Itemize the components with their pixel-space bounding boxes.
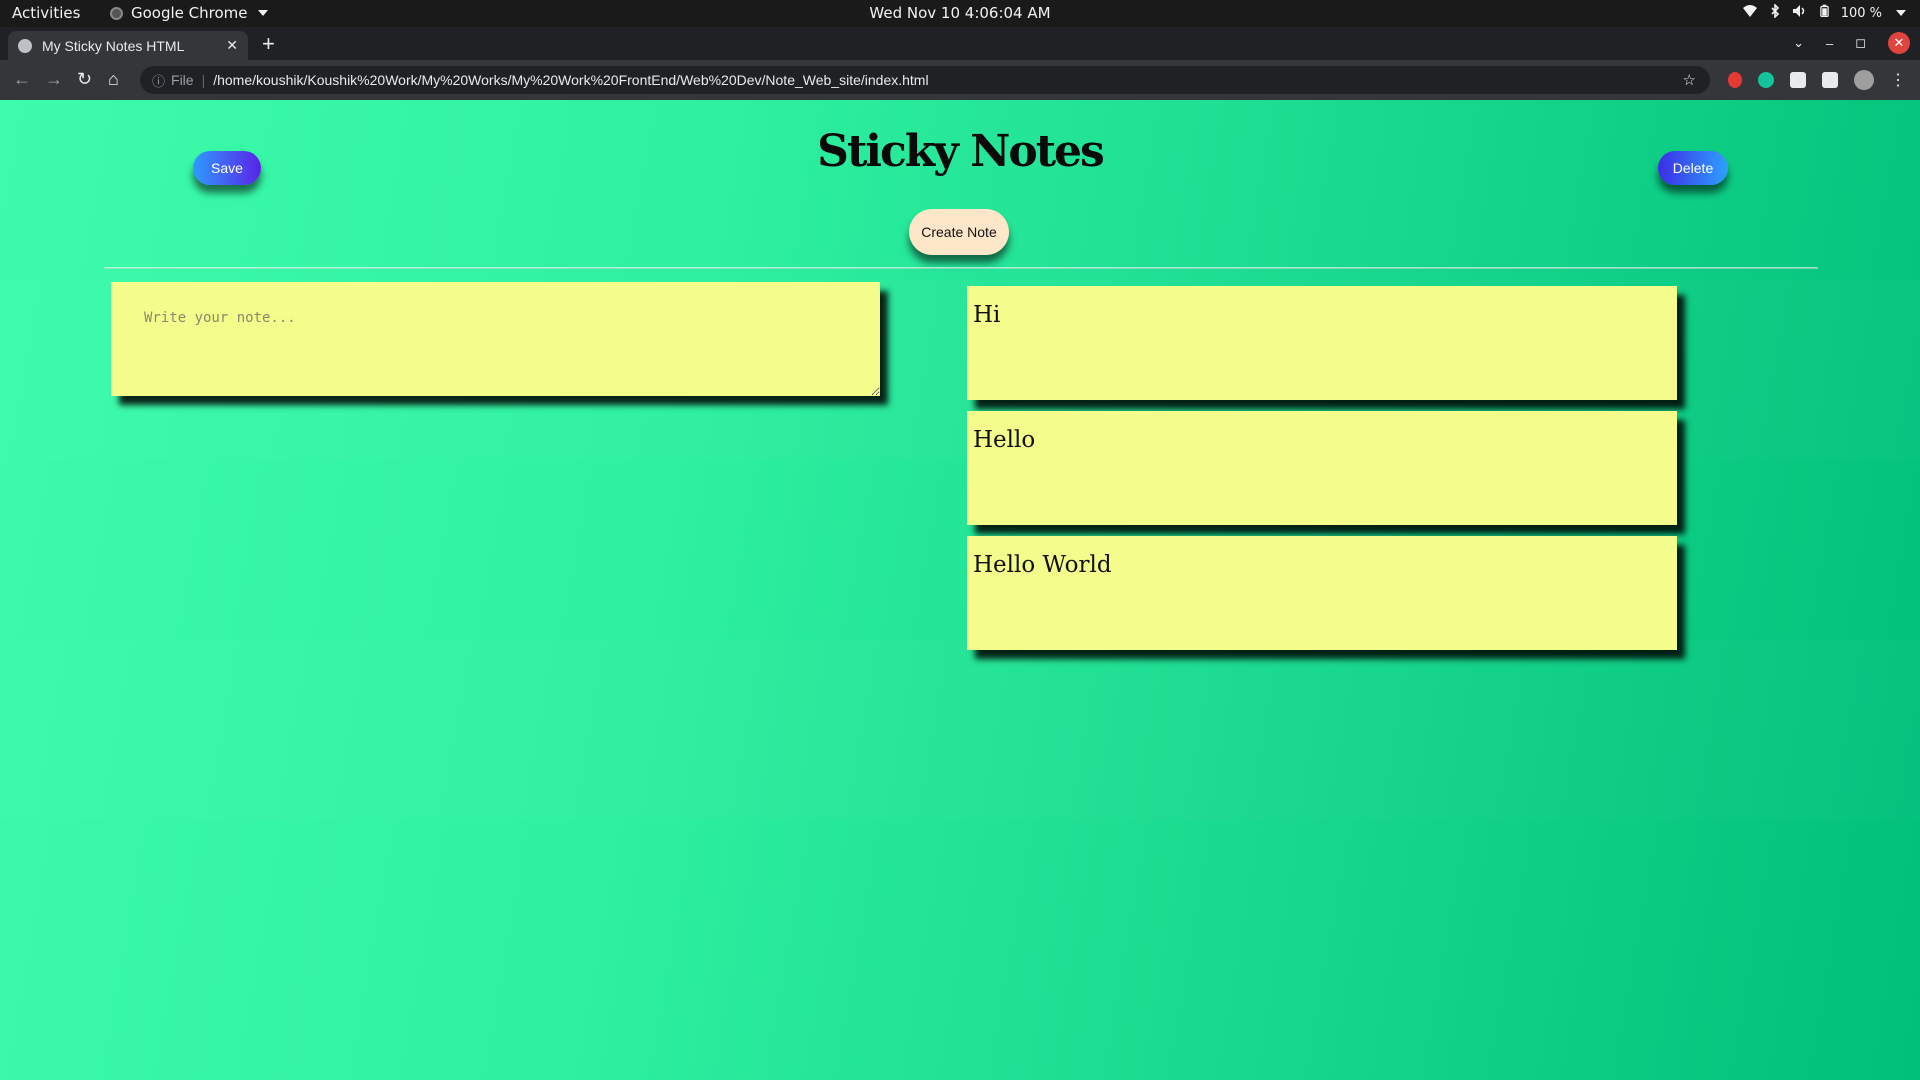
address-url[interactable]: /home/koushik/Koushik%20Work/My%20Works/… — [213, 72, 928, 88]
address-separator: | — [201, 72, 206, 88]
close-icon[interactable]: ✕ — [226, 37, 238, 54]
system-top-bar: Activities Google Chrome Wed Nov 10 4:06… — [0, 0, 1920, 27]
globe-icon — [18, 38, 32, 53]
tab-active[interactable]: My Sticky Notes HTML ✕ — [8, 31, 248, 60]
minimize-button[interactable]: – — [1826, 36, 1833, 51]
create-note-button[interactable]: Create Note — [909, 209, 1009, 255]
address-scheme: File — [171, 72, 194, 88]
reload-icon[interactable]: ↻ — [77, 69, 92, 90]
app-menu[interactable]: Google Chrome — [110, 4, 268, 22]
battery-icon — [1819, 4, 1829, 22]
chevron-down-icon — [1896, 10, 1906, 16]
note-card[interactable]: Hello — [967, 411, 1677, 525]
note-card[interactable]: Hi — [967, 286, 1677, 400]
grammarly-icon[interactable] — [1758, 72, 1774, 88]
profile-avatar[interactable] — [1854, 70, 1874, 90]
back-icon[interactable]: ← — [13, 69, 31, 90]
bookmark-star-icon[interactable]: ☆ — [1683, 71, 1696, 89]
activities-button[interactable]: Activities — [12, 4, 80, 22]
address-bar[interactable]: ⓘ File | /home/koushik/Koushik%20Work/My… — [140, 66, 1710, 94]
chrome-app-icon — [110, 6, 123, 20]
delete-button[interactable]: Delete — [1658, 151, 1728, 185]
volume-icon — [1792, 4, 1808, 22]
forward-icon[interactable]: → — [45, 69, 63, 90]
tab-search-icon[interactable]: ⌄ — [1793, 35, 1804, 51]
media-control-icon[interactable] — [1822, 72, 1838, 88]
kebab-menu-icon[interactable]: ⋮ — [1890, 70, 1906, 90]
bluetooth-icon — [1770, 3, 1780, 22]
background-band — [0, 640, 1920, 820]
home-icon[interactable]: ⌂ — [108, 69, 119, 90]
page-title: Sticky Notes — [817, 126, 1105, 177]
new-tab-button[interactable]: + — [262, 33, 275, 55]
window-controls: ⌄ – ◻ ✕ — [1793, 32, 1910, 54]
notes-list: Hi Hello Hello World — [967, 286, 1677, 661]
clock[interactable]: Wed Nov 10 4:06:04 AM — [0, 4, 1920, 22]
note-card[interactable]: Hello World — [967, 536, 1677, 650]
extensions-puzzle-icon[interactable] — [1790, 72, 1806, 88]
system-tray[interactable]: 100 % — [1742, 3, 1906, 22]
maximize-button[interactable]: ◻ — [1855, 35, 1866, 51]
page-viewport: Save Sticky Notes Delete Create Note Hi … — [0, 100, 1920, 1080]
extensions-area: ⋮ — [1728, 70, 1906, 90]
info-icon[interactable]: ⓘ — [152, 71, 165, 90]
wifi-icon — [1742, 4, 1758, 22]
tab-strip: My Sticky Notes HTML ✕ + ⌄ – ◻ ✕ — [0, 27, 1920, 60]
app-name: Google Chrome — [131, 4, 248, 22]
window-close-button[interactable]: ✕ — [1888, 32, 1910, 54]
note-input[interactable] — [111, 282, 880, 396]
extension-red-icon[interactable] — [1728, 72, 1742, 88]
divider — [104, 267, 1818, 269]
tab-title: My Sticky Notes HTML — [42, 37, 185, 54]
chevron-down-icon — [257, 10, 268, 16]
battery-percent: 100 % — [1840, 5, 1882, 21]
browser-toolbar: ← → ↻ ⌂ ⓘ File | /home/koushik/Koushik%2… — [0, 60, 1920, 100]
